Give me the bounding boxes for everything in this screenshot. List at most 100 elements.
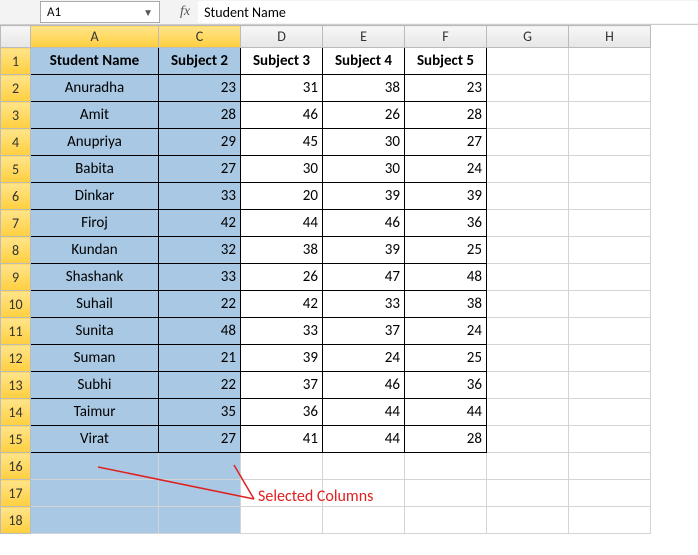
cell[interactable]: 44	[323, 399, 405, 426]
cell[interactable]	[31, 507, 159, 534]
cell[interactable]	[487, 129, 569, 156]
row-header[interactable]: 2	[1, 75, 31, 102]
cell[interactable]: 29	[159, 129, 241, 156]
cell[interactable]	[241, 480, 323, 507]
cell[interactable]: 22	[159, 291, 241, 318]
cell[interactable]	[405, 507, 487, 534]
row-header[interactable]: 1	[1, 48, 31, 75]
row-header[interactable]: 11	[1, 318, 31, 345]
cell[interactable]: 46	[323, 372, 405, 399]
col-header-c[interactable]: C	[159, 26, 241, 48]
cell[interactable]: 48	[159, 318, 241, 345]
cell[interactable]: 24	[323, 345, 405, 372]
row-header[interactable]: 8	[1, 237, 31, 264]
cell[interactable]: Firoj	[31, 210, 159, 237]
cell[interactable]	[487, 183, 569, 210]
cell[interactable]: Student Name	[31, 48, 159, 75]
row-header[interactable]: 17	[1, 480, 31, 507]
cell[interactable]: 39	[405, 183, 487, 210]
cell[interactable]	[159, 453, 241, 480]
fx-icon[interactable]: fx	[180, 4, 190, 20]
cell[interactable]	[569, 75, 651, 102]
cell[interactable]	[159, 480, 241, 507]
row-header[interactable]: 12	[1, 345, 31, 372]
cell[interactable]: Subject 2	[159, 48, 241, 75]
cell[interactable]: 23	[159, 75, 241, 102]
row-header[interactable]: 7	[1, 210, 31, 237]
cell[interactable]	[241, 453, 323, 480]
cell[interactable]: Babita	[31, 156, 159, 183]
cell[interactable]	[487, 48, 569, 75]
cell[interactable]: 25	[405, 345, 487, 372]
cell[interactable]: 28	[405, 426, 487, 453]
cell[interactable]: 33	[159, 183, 241, 210]
cell[interactable]: 30	[323, 156, 405, 183]
cell[interactable]: Dinkar	[31, 183, 159, 210]
cell[interactable]	[487, 237, 569, 264]
cell[interactable]: 47	[323, 264, 405, 291]
cell[interactable]	[487, 75, 569, 102]
name-box[interactable]: A1 ▼	[40, 1, 160, 23]
row-header[interactable]: 9	[1, 264, 31, 291]
cell[interactable]	[569, 480, 651, 507]
cell[interactable]	[323, 453, 405, 480]
cell[interactable]	[405, 480, 487, 507]
cell[interactable]	[323, 507, 405, 534]
cell[interactable]	[569, 345, 651, 372]
cell[interactable]	[487, 426, 569, 453]
cell[interactable]: 30	[241, 156, 323, 183]
cell[interactable]	[323, 480, 405, 507]
cell[interactable]	[487, 156, 569, 183]
cell[interactable]	[569, 264, 651, 291]
cell[interactable]: 44	[241, 210, 323, 237]
cell[interactable]: Subhi	[31, 372, 159, 399]
cell[interactable]	[31, 453, 159, 480]
col-header-h[interactable]: H	[569, 26, 651, 48]
cell[interactable]	[487, 264, 569, 291]
cell[interactable]	[241, 507, 323, 534]
cell[interactable]: Suhail	[31, 291, 159, 318]
cell[interactable]: 26	[323, 102, 405, 129]
cell[interactable]: 36	[405, 210, 487, 237]
cell[interactable]: 44	[405, 399, 487, 426]
cell[interactable]: 35	[159, 399, 241, 426]
cell[interactable]: Taimur	[31, 399, 159, 426]
row-header[interactable]: 16	[1, 453, 31, 480]
cell[interactable]: 36	[241, 399, 323, 426]
cell[interactable]	[487, 399, 569, 426]
cell[interactable]: 33	[159, 264, 241, 291]
cell[interactable]: Kundan	[31, 237, 159, 264]
row-header[interactable]: 3	[1, 102, 31, 129]
cell[interactable]	[569, 453, 651, 480]
cell[interactable]: 33	[241, 318, 323, 345]
cell[interactable]: Anupriya	[31, 129, 159, 156]
cell[interactable]: Sunita	[31, 318, 159, 345]
cell[interactable]: 28	[159, 102, 241, 129]
cell[interactable]: 46	[241, 102, 323, 129]
cell[interactable]: 45	[241, 129, 323, 156]
cell[interactable]: 42	[159, 210, 241, 237]
col-header-a[interactable]: A	[31, 26, 159, 48]
cell[interactable]	[31, 480, 159, 507]
cell[interactable]	[569, 48, 651, 75]
col-header-e[interactable]: E	[323, 26, 405, 48]
cell[interactable]: 44	[323, 426, 405, 453]
cell[interactable]: Shashank	[31, 264, 159, 291]
cell[interactable]: 36	[405, 372, 487, 399]
cell[interactable]: 37	[323, 318, 405, 345]
select-all-corner[interactable]	[1, 26, 31, 48]
cell[interactable]: Subject 5	[405, 48, 487, 75]
cell[interactable]: 38	[323, 75, 405, 102]
cell[interactable]	[487, 480, 569, 507]
cell[interactable]: 46	[323, 210, 405, 237]
cell[interactable]: 23	[405, 75, 487, 102]
cell[interactable]: 38	[241, 237, 323, 264]
cell[interactable]	[569, 156, 651, 183]
chevron-down-icon[interactable]: ▼	[143, 6, 153, 19]
cell[interactable]: 24	[405, 156, 487, 183]
row-header[interactable]: 6	[1, 183, 31, 210]
cell[interactable]: 48	[405, 264, 487, 291]
cell[interactable]	[569, 102, 651, 129]
cell[interactable]: 41	[241, 426, 323, 453]
cell[interactable]	[569, 372, 651, 399]
